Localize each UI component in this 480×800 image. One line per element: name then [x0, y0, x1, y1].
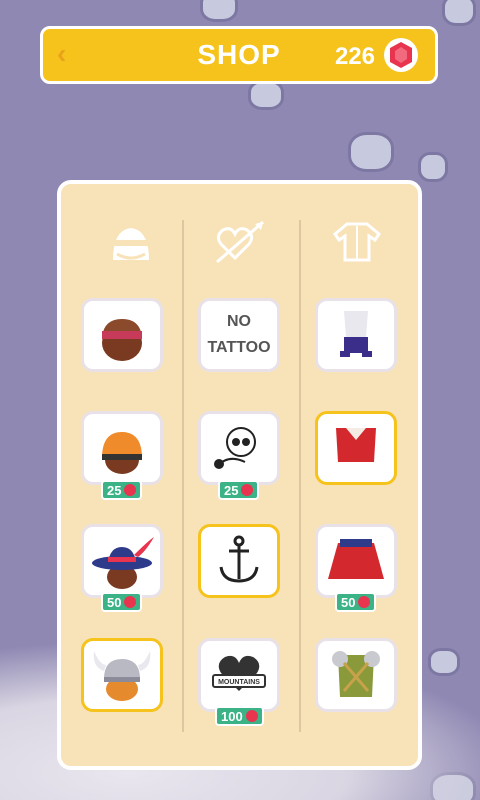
viking-helmet-icon [93, 651, 151, 701]
item-skull-tattoo[interactable] [198, 411, 280, 485]
helmet-icon [102, 432, 142, 474]
hair-icon [102, 319, 142, 361]
anchor-icon [219, 535, 259, 583]
floating-rock [418, 152, 448, 182]
page-title: SHOP [197, 39, 281, 70]
floating-rock [248, 80, 284, 110]
item-armor[interactable] [315, 638, 397, 712]
no-tattoo-line1: NO [227, 313, 251, 330]
pants-icon [340, 311, 372, 357]
price-value: 25 [224, 482, 239, 498]
price-value: 25 [107, 482, 122, 498]
price-badge: 100 [215, 706, 264, 726]
price-badge: 25 [101, 480, 143, 500]
floating-rock [348, 132, 394, 172]
gem-icon [241, 484, 254, 496]
column-divider [182, 220, 184, 732]
price-value: 100 [221, 708, 243, 724]
price-badge: 50 [335, 592, 377, 612]
armor-icon [332, 651, 380, 697]
floating-rock [442, 0, 476, 26]
gem-icon [124, 484, 137, 496]
item-red-vest[interactable] [315, 411, 397, 485]
shop-panel: 25 50 NO TATTOO 25 MOUNTAINS 100 50 [57, 180, 422, 770]
item-no-tattoo[interactable]: NO TATTOO [198, 298, 280, 372]
feather-hat-icon [92, 537, 154, 589]
gem-icon [358, 596, 371, 608]
heart-arrow-icon[interactable] [213, 216, 269, 266]
item-basic-outfit[interactable] [315, 298, 397, 372]
item-hair[interactable] [81, 298, 163, 372]
item-mountains-tattoo[interactable]: MOUNTAINS [198, 638, 280, 712]
head-icon[interactable] [103, 216, 159, 266]
red-vest-icon [336, 428, 376, 462]
no-tattoo-label: NO TATTOO [201, 301, 277, 369]
price-value: 50 [107, 594, 122, 610]
cape-icon [328, 539, 384, 579]
price-value: 50 [341, 594, 356, 610]
item-helmet[interactable] [81, 411, 163, 485]
price-badge: 50 [101, 592, 143, 612]
shop-header: ‹ SHOP 226 [40, 26, 438, 84]
item-viking-helmet[interactable] [81, 638, 163, 712]
floating-rock [200, 0, 238, 22]
item-feather-hat[interactable] [81, 524, 163, 598]
item-cape[interactable] [315, 524, 397, 598]
shirt-icon[interactable] [329, 216, 385, 266]
no-tattoo-line2: TATTOO [207, 339, 271, 356]
gem-icon [124, 596, 137, 608]
heart-banner-icon: MOUNTAINS [212, 655, 266, 691]
column-divider [299, 220, 301, 732]
gem-icon [384, 38, 418, 72]
skull-icon [214, 427, 256, 469]
price-badge: 25 [218, 480, 260, 500]
item-anchor-tattoo[interactable] [198, 524, 280, 598]
gem-count: 226 [334, 43, 375, 70]
mountains-banner-text: MOUNTAINS [218, 679, 260, 686]
gem-icon [245, 710, 258, 722]
